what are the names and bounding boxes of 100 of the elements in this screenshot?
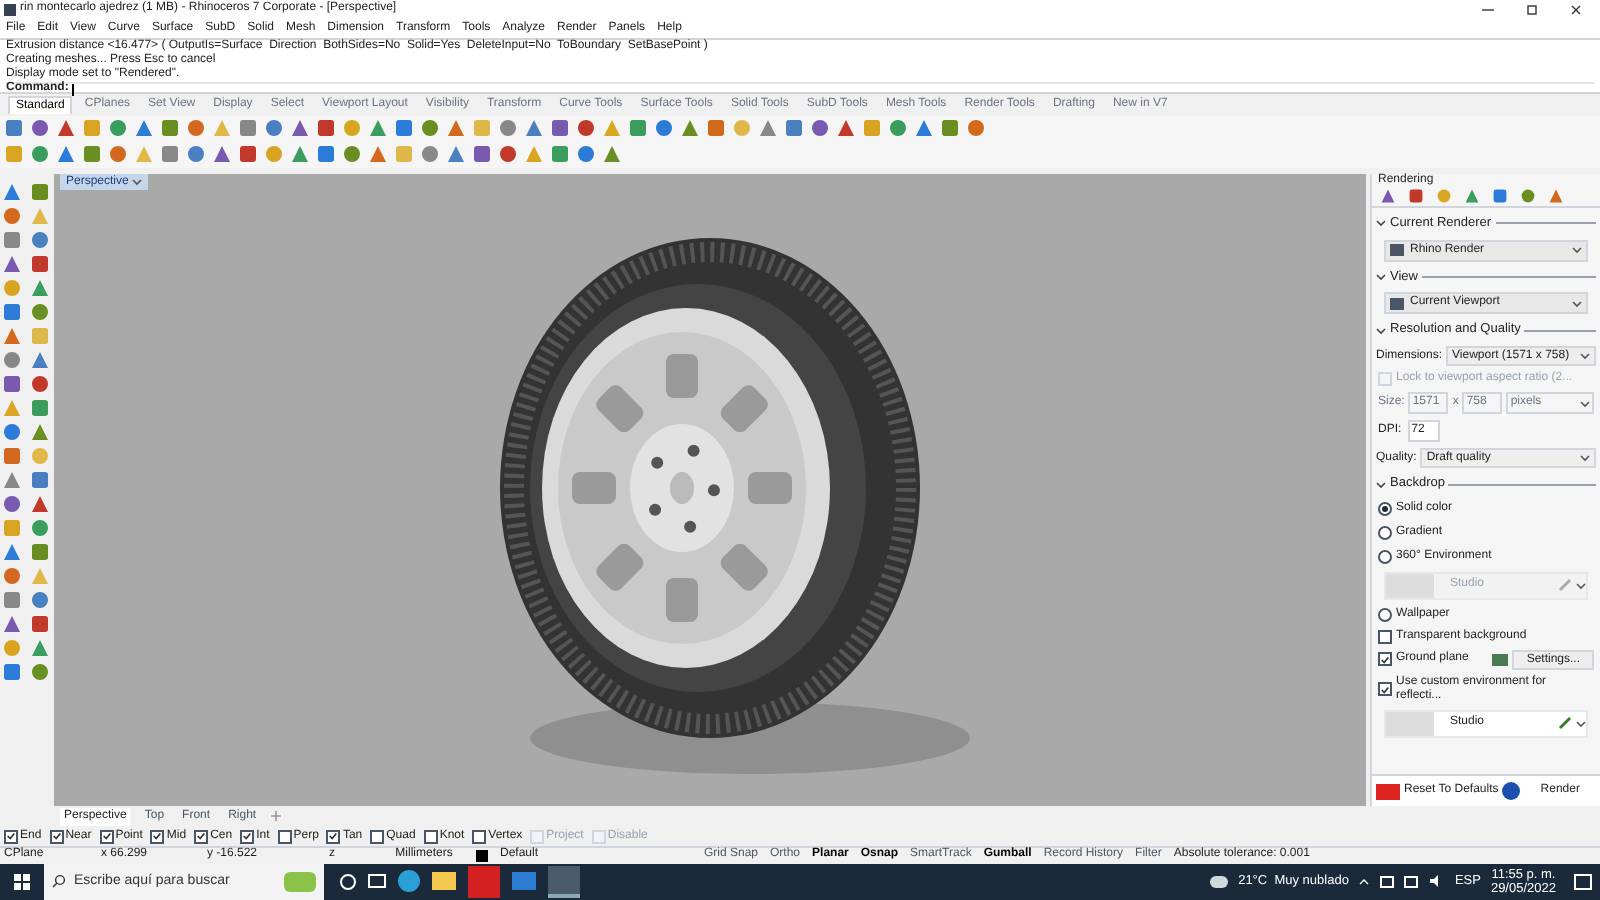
tool-icon[interactable] bbox=[2, 253, 22, 274]
checkbox[interactable] bbox=[1378, 629, 1392, 644]
tool-icon[interactable] bbox=[2, 421, 22, 442]
toolbar-icon[interactable] bbox=[186, 118, 206, 139]
tool-icon[interactable] bbox=[29, 589, 49, 610]
toolbar-icon[interactable] bbox=[420, 144, 440, 165]
radio-button[interactable] bbox=[1378, 525, 1392, 540]
toolbar-icon[interactable] bbox=[4, 144, 24, 165]
tool-icon[interactable] bbox=[2, 205, 22, 226]
checkbox[interactable] bbox=[1378, 682, 1392, 697]
tool-icon[interactable] bbox=[29, 181, 49, 202]
tool-icon[interactable] bbox=[29, 637, 49, 658]
checkbox[interactable] bbox=[150, 829, 165, 843]
checkbox[interactable] bbox=[472, 829, 487, 843]
toolbar-icon[interactable] bbox=[108, 118, 128, 139]
tool-icon[interactable] bbox=[2, 397, 22, 418]
radio-button[interactable] bbox=[1378, 607, 1392, 622]
checkbox[interactable] bbox=[370, 829, 385, 843]
tool-icon[interactable] bbox=[29, 277, 49, 298]
tool-icon[interactable] bbox=[2, 445, 22, 466]
toolbar-icon[interactable] bbox=[524, 144, 544, 165]
toolbar-icon[interactable] bbox=[550, 144, 570, 165]
toolbar-icon[interactable] bbox=[394, 118, 414, 139]
checkbox[interactable] bbox=[99, 829, 114, 843]
toolbar-icon[interactable] bbox=[82, 118, 102, 139]
tool-icon[interactable] bbox=[2, 493, 22, 514]
toolbar-icon[interactable] bbox=[56, 118, 76, 139]
radio-button[interactable] bbox=[1378, 501, 1392, 516]
radio-button[interactable] bbox=[1378, 549, 1392, 564]
checkbox[interactable] bbox=[240, 829, 255, 843]
tool-icon[interactable] bbox=[2, 325, 22, 346]
chevron-up-icon[interactable] bbox=[1358, 876, 1371, 887]
tool-icon[interactable] bbox=[2, 349, 22, 370]
toolbar-icon[interactable] bbox=[888, 118, 908, 139]
toolbar-icon[interactable] bbox=[30, 118, 50, 139]
tool-icon[interactable] bbox=[2, 589, 22, 610]
toolbar-icon[interactable] bbox=[290, 144, 310, 165]
layer-swatch[interactable] bbox=[476, 849, 488, 862]
toolbar-icon[interactable] bbox=[160, 144, 180, 165]
tool-icon[interactable] bbox=[2, 637, 22, 658]
tool-icon[interactable] bbox=[2, 565, 22, 586]
toolbar-icon[interactable] bbox=[82, 144, 102, 165]
checkbox[interactable] bbox=[49, 829, 64, 843]
tool-icon[interactable] bbox=[2, 301, 22, 322]
chevron-icon[interactable] bbox=[1376, 479, 1386, 489]
toolbar-icon[interactable] bbox=[316, 144, 336, 165]
checkbox[interactable] bbox=[423, 829, 438, 843]
toolbar-icon[interactable] bbox=[784, 118, 804, 139]
toolbar-icon[interactable] bbox=[706, 118, 726, 139]
toolbar-icon[interactable] bbox=[628, 118, 648, 139]
toolbar-icon[interactable] bbox=[862, 118, 882, 139]
toolbar-icon[interactable] bbox=[550, 118, 570, 139]
toolbar-icon[interactable] bbox=[108, 144, 128, 165]
tool-icon[interactable] bbox=[29, 541, 49, 562]
pencil-icon[interactable] bbox=[1558, 716, 1572, 731]
tool-icon[interactable] bbox=[29, 301, 49, 322]
tool-icon[interactable] bbox=[29, 421, 49, 442]
tool-icon[interactable] bbox=[29, 397, 49, 418]
task-view-icon[interactable] bbox=[368, 874, 386, 889]
toolbar-icon[interactable] bbox=[316, 118, 336, 139]
tool-icon[interactable] bbox=[29, 517, 49, 538]
chevron-icon[interactable] bbox=[1376, 325, 1386, 336]
toolbar-icon[interactable] bbox=[602, 144, 622, 165]
toolbar-icon[interactable] bbox=[342, 144, 362, 165]
toolbar-icon[interactable] bbox=[134, 118, 154, 139]
toolbar-icon[interactable] bbox=[524, 118, 544, 139]
checkbox[interactable] bbox=[1378, 652, 1392, 667]
toolbar-icon[interactable] bbox=[238, 144, 258, 165]
chevron-icon[interactable] bbox=[1376, 272, 1386, 282]
toolbar-icon[interactable] bbox=[212, 144, 232, 165]
tool-icon[interactable] bbox=[29, 661, 49, 682]
tool-icon[interactable] bbox=[2, 277, 22, 298]
tool-icon[interactable] bbox=[2, 469, 22, 490]
tool-icon[interactable] bbox=[29, 613, 49, 634]
toolbar-icon[interactable] bbox=[160, 118, 180, 139]
toolbar-icon[interactable] bbox=[758, 118, 778, 139]
toolbar-icon[interactable] bbox=[914, 118, 934, 139]
toolbar-icon[interactable] bbox=[420, 118, 440, 139]
toolbar-icon[interactable] bbox=[368, 118, 388, 139]
toolbar-icon[interactable] bbox=[654, 118, 674, 139]
toolbar-icon[interactable] bbox=[30, 144, 50, 165]
toolbar-icon[interactable] bbox=[264, 118, 284, 139]
tool-icon[interactable] bbox=[29, 373, 49, 394]
tool-icon[interactable] bbox=[29, 493, 49, 514]
toolbar-icon[interactable] bbox=[576, 118, 596, 139]
toolbar-icon[interactable] bbox=[4, 118, 24, 139]
tool-icon[interactable] bbox=[29, 349, 49, 370]
toolbar-icon[interactable] bbox=[680, 118, 700, 139]
toolbar-icon[interactable] bbox=[836, 118, 856, 139]
toolbar-icon[interactable] bbox=[368, 144, 388, 165]
toolbar-icon[interactable] bbox=[264, 144, 284, 165]
checkbox[interactable] bbox=[194, 829, 209, 843]
toolbar-icon[interactable] bbox=[472, 144, 492, 165]
tool-icon[interactable] bbox=[2, 181, 22, 202]
toolbar-icon[interactable] bbox=[966, 118, 986, 139]
toolbar-icon[interactable] bbox=[56, 144, 76, 165]
toolbar-icon[interactable] bbox=[940, 118, 960, 139]
toolbar-icon[interactable] bbox=[810, 118, 830, 139]
toolbar-icon[interactable] bbox=[576, 144, 596, 165]
tool-icon[interactable] bbox=[2, 661, 22, 682]
